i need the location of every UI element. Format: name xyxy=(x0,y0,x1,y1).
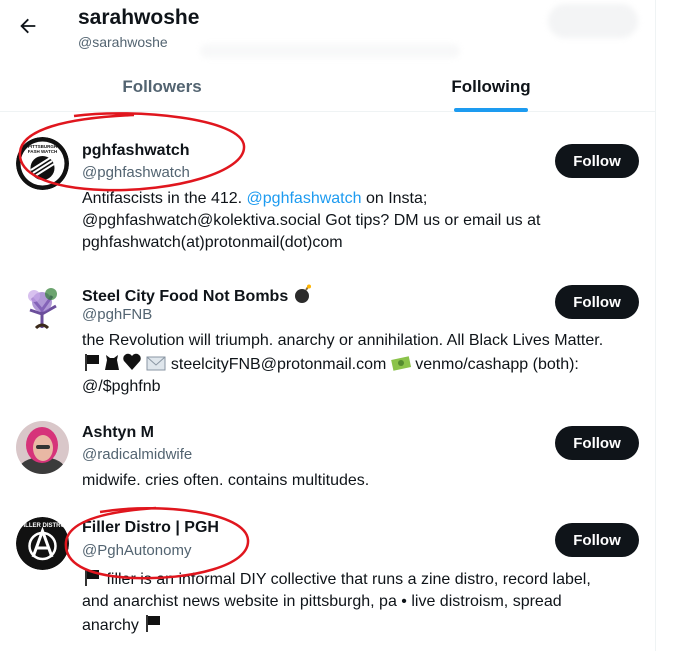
avatar[interactable]: FILLER DISTRO xyxy=(16,517,69,570)
follow-button[interactable]: Follow xyxy=(555,285,639,319)
avatar[interactable] xyxy=(16,280,69,333)
user-bio: filler is an informal DIY collective tha… xyxy=(82,567,642,637)
profile-handle: @sarahwoshe xyxy=(78,34,168,50)
user-handle[interactable]: @pghfashwatch xyxy=(82,164,190,181)
user-handle[interactable]: @pghFNB xyxy=(82,306,152,323)
user-name[interactable]: pghfashwatch xyxy=(82,142,190,160)
user-handle[interactable]: @radicalmidwife xyxy=(82,446,192,463)
user-cell[interactable]: Steel City Food Not Bombs @pghFNB the Re… xyxy=(0,268,655,408)
bomb-emoji xyxy=(294,284,311,303)
following-panel: sarahwoshe @sarahwoshe Followers Followi… xyxy=(0,0,656,651)
user-cell[interactable]: PITTSBURGH FASH WATCH pghfashwatch @pghf… xyxy=(0,124,655,264)
user-cell[interactable]: Ashtyn M @radicalmidwife midwife. cries … xyxy=(0,410,655,500)
blurred-region xyxy=(548,4,638,38)
tab-followers-label: Followers xyxy=(122,77,202,96)
black-flag-emoji xyxy=(85,569,99,586)
profile-header: sarahwoshe @sarahwoshe Followers Followi… xyxy=(0,0,655,112)
tab-following[interactable]: Following xyxy=(324,62,655,112)
follow-button[interactable]: Follow xyxy=(555,144,639,178)
tab-followers[interactable]: Followers xyxy=(0,62,324,112)
follow-button[interactable]: Follow xyxy=(555,523,639,557)
user-bio: Antifascists in the 412. @pghfashwatch o… xyxy=(82,190,541,251)
active-tab-indicator xyxy=(454,108,528,112)
back-arrow-icon xyxy=(20,18,36,34)
back-button[interactable] xyxy=(12,10,44,42)
mention-link[interactable]: @pghfashwatch xyxy=(247,190,362,207)
user-name[interactable]: Ashtyn M xyxy=(82,424,154,442)
user-cell[interactable]: FILLER DISTRO Filler Distro | PGH @PghAu… xyxy=(0,505,655,651)
user-name[interactable]: Steel City Food Not Bombs xyxy=(82,284,313,306)
black-flag-emoji xyxy=(85,354,99,371)
profile-name: sarahwoshe xyxy=(78,6,200,29)
avatar[interactable] xyxy=(16,421,69,474)
black-heart-emoji xyxy=(123,353,141,370)
avatar-text: FASH WATCH xyxy=(28,149,57,154)
follow-button[interactable]: Follow xyxy=(555,426,639,460)
tab-following-label: Following xyxy=(451,77,531,96)
user-bio: the Revolution will triumph. anarchy or … xyxy=(82,332,604,395)
blurred-region xyxy=(200,44,460,58)
black-cat-emoji xyxy=(105,355,119,370)
user-name[interactable]: Filler Distro | PGH xyxy=(82,519,219,537)
black-flag-emoji xyxy=(146,615,161,632)
tab-bar: Followers Following xyxy=(0,62,655,112)
user-handle[interactable]: @PghAutonomy xyxy=(82,542,191,559)
envelope-emoji xyxy=(146,356,166,371)
user-bio: midwife. cries often. contains multitude… xyxy=(82,472,370,489)
avatar[interactable]: PITTSBURGH FASH WATCH xyxy=(16,137,69,190)
money-emoji xyxy=(390,356,411,371)
